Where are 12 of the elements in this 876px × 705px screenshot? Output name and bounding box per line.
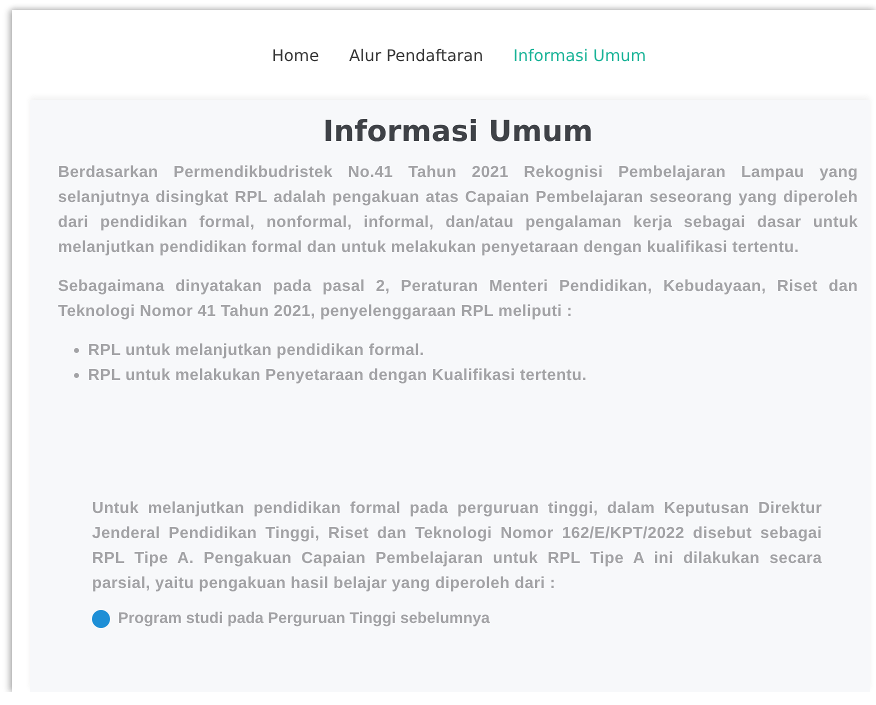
paragraph: Sebagaimana dinyatakan pada pasal 2, Peraturan Menteri Pendidikan, Kebudayaan, Riset dan Teknologi Nomor 41 Tahun 2021, penyelenggaraan RPL meliputi : — [58, 277, 858, 322]
page-title: Informasi Umum — [322, 114, 594, 148]
bullet-item: RPL untuk melakukan Penyetaraan dengan Kualifikasi tertentu. — [88, 366, 587, 386]
bullet-icon — [74, 348, 79, 353]
bullet-icon — [74, 373, 79, 378]
bullet-item: RPL untuk melanjutkan pendidikan formal. — [88, 341, 424, 361]
paragraph: Berdasarkan Permendikbudristek No.41 Tahun 2021 Rekognisi Pembelajaran Lampau yang selanjutnya disingkat RPL adalah pengakuan atas Capaian Pembelajaran seseorang yang diperoleh dari pendidikan formal, nonformal, informal, dan/atau pengalaman kerja sebagai dasar untuk melanjutkan pendidikan formal dan untuk melakukan penyetaraan dengan kualifikasi tertentu. — [58, 163, 858, 258]
paragraph: Untuk melanjutkan pendidikan formal pada perguruan tinggi, dalam Keputusan Direktur Jenderal Pendidikan Tinggi, Riset dan Teknologi Nomor 162/E/KPT/2022 disebut sebagai RPL Tipe A. Pengakuan Capaian Pembelajaran untuk RPL Tipe A ini dilakukan secara parsial, yaitu pengakuan hasil belajar yang diperoleh dari : — [92, 499, 822, 594]
list-item: Program studi pada Perguruan Tinggi sebelumnya — [118, 610, 490, 628]
nav-link[interactable]: Home — [272, 46, 320, 64]
nav-link[interactable]: Alur Pendaftaran — [349, 46, 484, 64]
number-circle-icon — [92, 610, 110, 628]
